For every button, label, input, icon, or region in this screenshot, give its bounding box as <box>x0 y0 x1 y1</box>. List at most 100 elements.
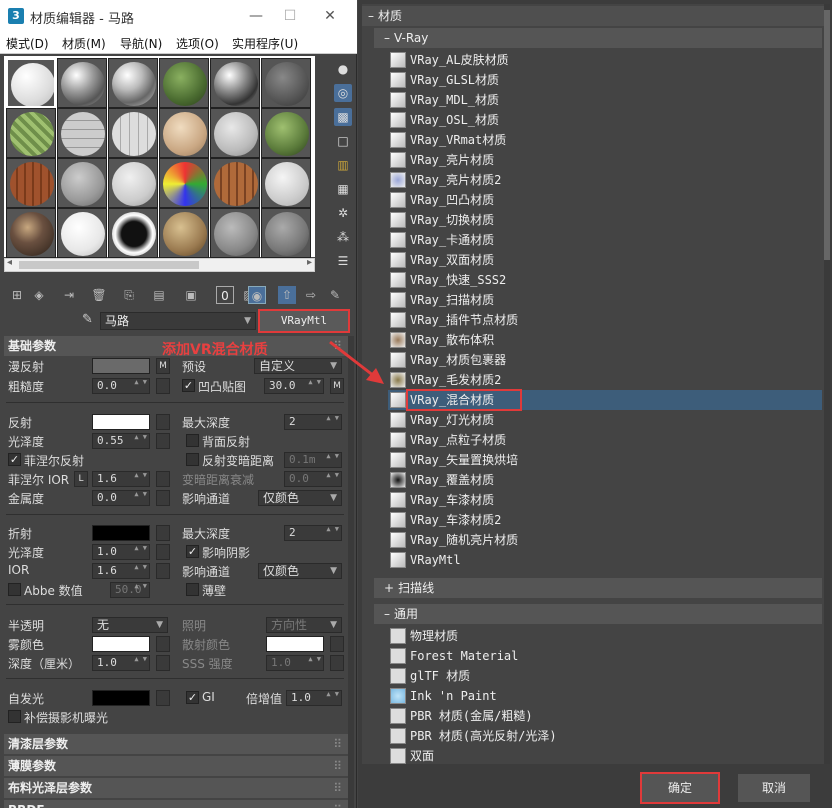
spinner-icon[interactable]: ▲ ▼ <box>134 434 147 441</box>
ref-gloss-field[interactable]: 1.0 ▲ ▼ <box>92 544 150 560</box>
group-general[interactable]: – 通用 <box>374 604 822 624</box>
bump-field[interactable]: 30.0 ▲ ▼ <box>264 378 324 394</box>
ref-gloss-map-button[interactable] <box>156 544 170 560</box>
material-list-item[interactable]: VRay_快速_SSS2 <box>388 270 822 290</box>
get-material-icon[interactable]: ⊞ <box>8 286 26 304</box>
spinner-icon[interactable]: ▲ ▼ <box>308 379 321 386</box>
compensate-checkbox[interactable] <box>8 710 21 723</box>
abbe-field[interactable]: 50.0 ▲ ▼ <box>110 582 150 598</box>
material-slot[interactable] <box>6 58 56 108</box>
material-slot[interactable] <box>159 158 209 208</box>
options-icon[interactable]: ✲ <box>334 204 352 222</box>
delete-icon[interactable]: 🗑 <box>90 286 108 304</box>
material-slot[interactable] <box>108 158 158 208</box>
channel-id-icon[interactable]: 0 <box>216 286 234 304</box>
back-reflect-checkbox[interactable] <box>186 434 199 447</box>
material-list-item[interactable]: VRay_切换材质 <box>388 210 822 230</box>
collapse-icon[interactable]: – <box>384 31 390 45</box>
uv-tiling-icon[interactable]: □ <box>334 132 352 150</box>
reflect-swatch[interactable] <box>92 414 150 430</box>
backlight-icon[interactable]: ◎ <box>334 84 352 102</box>
material-list-item[interactable]: VRay_点粒子材质 <box>388 430 822 450</box>
material-slot[interactable] <box>108 58 158 108</box>
material-list-item[interactable]: VRay_亮片材质2 <box>388 170 822 190</box>
group-materials[interactable]: – 材质 <box>362 6 824 26</box>
material-list-item[interactable]: VRay_扫描材质 <box>388 290 822 310</box>
menu-mode[interactable]: 模式(D) <box>6 35 49 52</box>
material-slot[interactable] <box>210 158 260 208</box>
close-icon[interactable]: ✕ <box>320 6 340 26</box>
material-slot[interactable] <box>261 108 311 158</box>
material-slot[interactable] <box>159 108 209 158</box>
bump-checkbox[interactable]: ✓ <box>182 379 195 392</box>
depth-map-button[interactable] <box>156 655 170 671</box>
material-slot[interactable] <box>57 158 107 208</box>
pick-material-icon[interactable]: ✎ <box>326 286 344 304</box>
material-list-item[interactable]: VRay_AL皮肤材质 <box>388 50 822 70</box>
material-list-item[interactable]: VRay_卡通材质 <box>388 230 822 250</box>
material-slot[interactable] <box>261 58 311 108</box>
rollout-sheen-film-parameters[interactable]: 薄膜参数 ⠿ <box>4 756 348 776</box>
fog-map-button[interactable] <box>156 636 170 652</box>
rollout-coat-parameters[interactable]: 清漆层参数 ⠿ <box>4 734 348 754</box>
collapse-icon[interactable]: – <box>384 607 390 621</box>
put-to-scene-icon[interactable]: ◈ <box>30 286 48 304</box>
ior-lock-button[interactable]: L <box>74 471 88 487</box>
ref-max-depth-field[interactable]: 2 ▲ ▼ <box>284 525 342 541</box>
maximize-icon[interactable]: ☐ <box>280 6 300 26</box>
material-list-item[interactable]: VRay_灯光材质 <box>388 410 822 430</box>
material-slot[interactable] <box>57 208 107 258</box>
mult-field[interactable]: 1.0 ▲ ▼ <box>286 690 342 706</box>
material-list-item[interactable]: VRay_亮片材质 <box>388 150 822 170</box>
material-slot[interactable] <box>261 208 311 258</box>
roughness-field[interactable]: 0.0 ▲ ▼ <box>92 378 150 394</box>
menu-navigate[interactable]: 导航(N) <box>120 35 162 52</box>
spinner-icon[interactable]: ▲ ▼ <box>326 415 339 422</box>
diffuse-swatch[interactable] <box>92 358 150 374</box>
spinner-icon[interactable]: ▲ ▼ <box>134 491 147 498</box>
sss-field[interactable]: 1.0 ▲ ▼ <box>266 655 324 671</box>
scatter-swatch[interactable] <box>266 636 324 652</box>
make-preview-icon[interactable]: ▦ <box>334 180 352 198</box>
spinner-icon[interactable]: ▲ ▼ <box>326 453 339 460</box>
gloss-field[interactable]: 0.55 ▲ ▼ <box>92 433 150 449</box>
material-list-item[interactable]: VRay_散布体积 <box>388 330 822 350</box>
go-to-parent-icon[interactable]: ⇧ <box>278 286 296 304</box>
go-forward-icon[interactable]: ⇨ <box>302 286 320 304</box>
eyedropper-icon[interactable]: ✎ <box>82 312 93 327</box>
slots-scrollbar[interactable]: ◂ ▸ <box>4 257 315 272</box>
video-color-icon[interactable]: ▥ <box>334 156 352 174</box>
spinner-icon[interactable]: ▲ ▼ <box>308 656 321 663</box>
material-slot[interactable] <box>6 108 56 158</box>
cancel-button[interactable]: 取消 <box>738 774 810 802</box>
illum-select[interactable]: 方向性 ▼ <box>266 617 342 633</box>
ok-button[interactable]: 确定 <box>640 772 720 804</box>
spinner-icon[interactable]: ▲ ▼ <box>134 379 147 386</box>
shadow-checkbox[interactable]: ✓ <box>186 545 199 558</box>
material-slot[interactable] <box>261 158 311 208</box>
material-list-item[interactable]: PBR 材质(金属/粗糙) <box>388 706 822 726</box>
fresnel-checkbox[interactable]: ✓ <box>8 453 21 466</box>
material-list-item[interactable]: VRay_MDL_材质 <box>388 90 822 110</box>
material-slot[interactable] <box>159 58 209 108</box>
metal-field[interactable]: 0.0 ▲ ▼ <box>92 490 150 506</box>
material-list-item[interactable]: VRay_GLSL材质 <box>388 70 822 90</box>
scroll-right-icon[interactable]: ▸ <box>307 257 312 268</box>
bump-map-button[interactable]: M <box>330 378 344 394</box>
material-name-field[interactable]: 马路 ▼ <box>100 312 256 330</box>
spinner-icon[interactable]: ▲ ▼ <box>134 564 147 571</box>
material-slot[interactable] <box>57 108 107 158</box>
material-list-item[interactable]: 物理材质 <box>388 626 822 646</box>
fresnel-ior-map-button[interactable] <box>156 471 170 487</box>
refract-swatch[interactable] <box>92 525 150 541</box>
material-list-item[interactable]: VRay_毛发材质2 <box>388 370 822 390</box>
spinner-icon[interactable]: ▲ ▼ <box>134 583 147 590</box>
depth-field[interactable]: 1.0 ▲ ▼ <box>92 655 150 671</box>
spinner-icon[interactable]: ▲ ▼ <box>134 545 147 552</box>
assign-to-selection-icon[interactable]: ⇥ <box>60 286 78 304</box>
dim-dist-field[interactable]: 0.1m ▲ ▼ <box>284 452 342 468</box>
material-list-item[interactable]: VRay_矢量置换烘培 <box>388 450 822 470</box>
ior-field[interactable]: 1.6 ▲ ▼ <box>92 563 150 579</box>
gloss-map-button[interactable] <box>156 433 170 449</box>
material-slot[interactable] <box>6 158 56 208</box>
